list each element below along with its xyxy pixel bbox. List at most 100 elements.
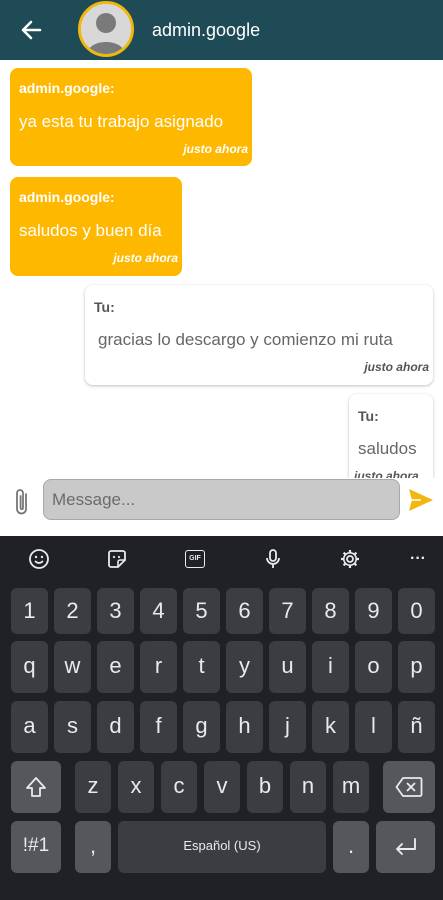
message-time: justo ahora	[354, 469, 419, 478]
attach-button[interactable]	[12, 486, 32, 518]
key-9[interactable]: 9	[355, 588, 392, 634]
key-a[interactable]: a	[11, 701, 48, 753]
key-p[interactable]: p	[398, 641, 435, 693]
backspace-key[interactable]	[383, 761, 435, 813]
backspace-icon	[395, 777, 423, 797]
key-label: f	[155, 713, 162, 738]
comma-key[interactable]: ,	[75, 821, 111, 873]
key-x[interactable]: x	[118, 761, 154, 813]
key-1[interactable]: 1	[11, 588, 48, 634]
key-d[interactable]: d	[97, 701, 134, 753]
message-time: justo ahora	[183, 142, 248, 156]
message-bubble-outgoing: Tu: saludos justo ahora	[349, 394, 433, 478]
message-sender: admin.google:	[19, 80, 115, 96]
symbols-key[interactable]: !#1	[11, 821, 61, 873]
message-bubble-outgoing: Tu: gracias lo descargo y comienzo mi ru…	[85, 285, 433, 385]
key-label: n	[301, 773, 315, 798]
key-j[interactable]: j	[269, 701, 306, 753]
key-0[interactable]: 0	[398, 588, 435, 634]
key-label: 9	[367, 598, 380, 623]
key-label: e	[109, 653, 122, 678]
key-h[interactable]: h	[226, 701, 263, 753]
key-label: s	[67, 713, 78, 738]
sticker-icon	[108, 550, 126, 568]
contact-name[interactable]: admin.google	[152, 20, 260, 41]
avatar[interactable]	[78, 1, 134, 57]
key-label: l	[371, 713, 376, 738]
key-label: a	[23, 713, 36, 738]
key-f[interactable]: f	[140, 701, 177, 753]
key-label: k	[325, 713, 336, 738]
key-l[interactable]: l	[355, 701, 392, 753]
key-n-tilde[interactable]: ñ	[398, 701, 435, 753]
key-6[interactable]: 6	[226, 588, 263, 634]
key-label: 7	[281, 598, 294, 623]
key-8[interactable]: 8	[312, 588, 349, 634]
sticker-button[interactable]	[101, 544, 133, 574]
key-e[interactable]: e	[97, 641, 134, 693]
key-k[interactable]: k	[312, 701, 349, 753]
key-u[interactable]: u	[269, 641, 306, 693]
key-c[interactable]: c	[161, 761, 197, 813]
key-label: g	[195, 713, 208, 738]
key-label: d	[109, 713, 122, 738]
message-input[interactable]	[43, 479, 400, 520]
key-label: 5	[195, 598, 208, 623]
message-sender: Tu:	[94, 299, 115, 315]
gif-button[interactable]: GIF	[179, 544, 211, 574]
send-button[interactable]	[408, 488, 434, 512]
more-button[interactable]: ···	[402, 544, 434, 574]
key-5[interactable]: 5	[183, 588, 220, 634]
key-label: p	[410, 653, 423, 678]
chat-header: admin.google	[0, 0, 443, 60]
voice-input-button[interactable]	[257, 544, 289, 574]
key-b[interactable]: b	[247, 761, 283, 813]
key-y[interactable]: y	[226, 641, 263, 693]
key-z[interactable]: z	[75, 761, 111, 813]
microphone-icon	[266, 549, 280, 568]
period-key[interactable]: .	[333, 821, 369, 873]
key-label: z	[87, 773, 99, 798]
emoji-button[interactable]	[23, 544, 55, 574]
key-label: 0	[410, 598, 423, 623]
key-7[interactable]: 7	[269, 588, 306, 634]
key-g[interactable]: g	[183, 701, 220, 753]
key-n[interactable]: n	[290, 761, 326, 813]
paperclip-icon	[16, 489, 27, 515]
key-s[interactable]: s	[54, 701, 91, 753]
message-sender: Tu:	[358, 408, 379, 424]
message-time: justo ahora	[364, 360, 429, 374]
key-label: 3	[109, 598, 122, 623]
key-2[interactable]: 2	[54, 588, 91, 634]
message-text: ya esta tu trabajo asignado	[19, 112, 224, 131]
enter-key[interactable]	[376, 821, 435, 873]
space-key[interactable]: Español (US)	[118, 821, 326, 873]
key-label: b	[258, 773, 272, 798]
key-w[interactable]: w	[54, 641, 91, 693]
key-q[interactable]: q	[11, 641, 48, 693]
key-label: q	[23, 653, 36, 678]
key-t[interactable]: t	[183, 641, 220, 693]
key-4[interactable]: 4	[140, 588, 177, 634]
key-r[interactable]: r	[140, 641, 177, 693]
shift-key[interactable]	[11, 761, 61, 813]
message-sender: admin.google:	[19, 189, 115, 205]
key-label: m	[341, 773, 361, 798]
key-3[interactable]: 3	[97, 588, 134, 634]
message-text: gracias lo descargo y comienzo mi ruta	[98, 330, 393, 349]
message-list[interactable]: admin.google: ya esta tu trabajo asignad…	[0, 60, 443, 478]
message-composer	[0, 478, 443, 536]
key-label: x	[130, 773, 142, 798]
message-bubble-incoming: admin.google: saludos y buen día justo a…	[10, 177, 182, 276]
keyboard-settings-button[interactable]	[334, 544, 366, 574]
key-m[interactable]: m	[333, 761, 369, 813]
key-label: 6	[238, 598, 251, 623]
key-i[interactable]: i	[312, 641, 349, 693]
gif-icon: GIF	[185, 550, 205, 568]
key-o[interactable]: o	[355, 641, 392, 693]
key-label: j	[285, 713, 290, 738]
key-label: w	[64, 653, 81, 678]
key-v[interactable]: v	[204, 761, 240, 813]
key-label: 2	[66, 598, 79, 623]
back-button[interactable]	[18, 14, 46, 46]
